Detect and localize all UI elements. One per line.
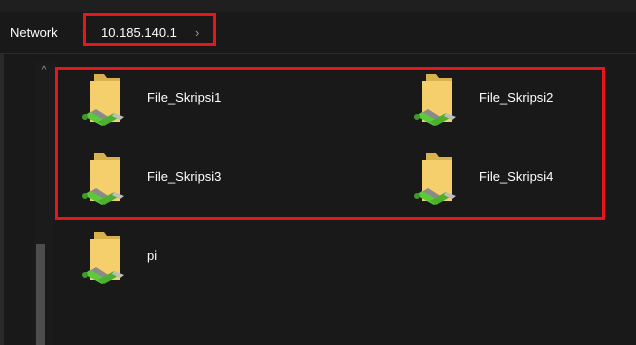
file-explorer-window: Network › 10.185.140.1 › ^ File_Skripsi1 bbox=[0, 0, 636, 345]
navigation-pane-edge bbox=[0, 54, 4, 345]
breadcrumb-network[interactable]: Network bbox=[10, 25, 58, 40]
scrollbar-thumb[interactable] bbox=[36, 244, 45, 345]
breadcrumb-highlight-box bbox=[83, 13, 216, 46]
folders-highlight-box bbox=[55, 67, 605, 220]
folder-label: pi bbox=[147, 248, 158, 263]
scroll-up-icon[interactable]: ^ bbox=[37, 64, 51, 78]
folder-item-pi[interactable]: pi bbox=[80, 230, 280, 300]
title-strip bbox=[0, 0, 636, 12]
network-folder-icon bbox=[82, 232, 124, 284]
